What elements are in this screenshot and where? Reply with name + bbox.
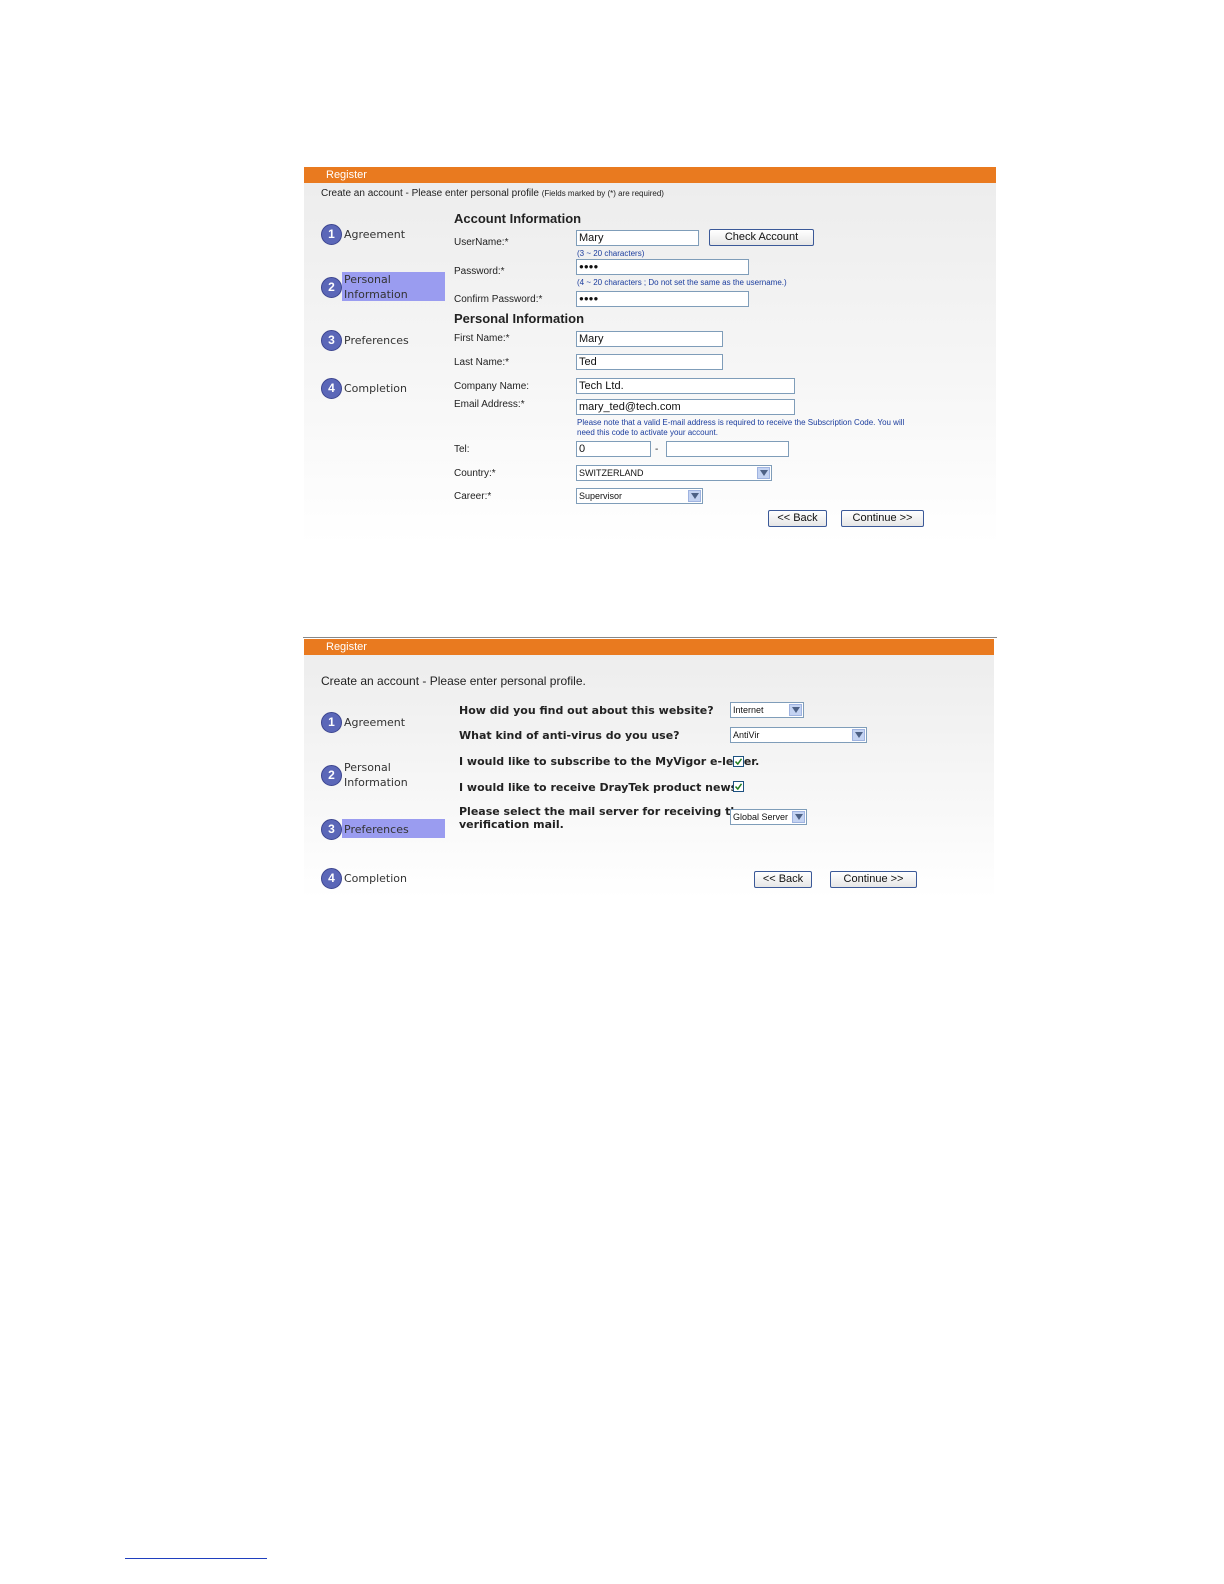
question-product-news: I would like to receive DrayTek product …	[459, 781, 742, 794]
tel-area-code-input[interactable]: 0	[576, 441, 651, 457]
continue-button[interactable]: Continue >>	[841, 510, 924, 527]
career-select-value: Supervisor	[579, 491, 623, 501]
email-note-line1: Please note that a valid E-mail address …	[577, 418, 905, 427]
step-preferences[interactable]: 3 Preferences	[321, 818, 409, 840]
step-label-line2: Information	[344, 288, 408, 301]
antivirus-select-value: AntiVir	[733, 730, 760, 740]
step-number: 2	[321, 276, 342, 298]
question-eletter: I would like to subscribe to the MyVigor…	[459, 755, 760, 768]
antivirus-select[interactable]: AntiVir	[730, 727, 867, 743]
find-website-select-value: Internet	[733, 705, 764, 715]
step-personal-information[interactable]: 2 Personal Information	[321, 759, 408, 791]
step-label: Completion	[344, 871, 408, 885]
confirm-password-label: Confirm Password:*	[454, 294, 543, 305]
step-completion[interactable]: 4 Completion	[321, 867, 407, 889]
register-panel-preferences: Register Create an account - Please ente…	[304, 639, 994, 899]
register-panel-personal-info: Register Create an account - Please ente…	[304, 167, 996, 545]
check-account-button[interactable]: Check Account	[709, 229, 814, 246]
step-label-line1: Personal	[344, 761, 391, 774]
step-label: Agreement	[344, 715, 406, 729]
chevron-down-icon[interactable]	[789, 704, 802, 716]
step-personal-information[interactable]: 2 Personal Information	[321, 271, 408, 303]
question-antivirus: What kind of anti-virus do you use?	[459, 729, 680, 742]
intro-text: Create an account - Please enter persona…	[321, 188, 664, 199]
chevron-down-icon[interactable]	[792, 811, 805, 823]
step-label: Agreement	[344, 227, 406, 241]
question-mail-server-line1: Please select the mail server for receiv…	[459, 805, 746, 818]
personal-information-heading: Personal Information	[454, 311, 585, 326]
tel-separator: -	[655, 444, 659, 455]
chevron-down-icon[interactable]	[688, 490, 701, 502]
step-preferences[interactable]: 3 Preferences	[321, 329, 409, 351]
password-input[interactable]: ●●●●	[576, 259, 749, 275]
checkmark-icon	[735, 758, 742, 765]
step-number: 1	[321, 223, 342, 245]
country-label: Country:*	[454, 468, 496, 479]
first-name-input[interactable]: Mary	[576, 331, 723, 347]
footnote-divider	[125, 1558, 267, 1559]
tel-label: Tel:	[454, 444, 470, 455]
username-input[interactable]: Mary	[576, 230, 699, 246]
last-name-input[interactable]: Ted	[576, 354, 723, 370]
step-label-line2: Information	[344, 776, 408, 789]
company-name-label: Company Name:	[454, 381, 530, 392]
career-select[interactable]: Supervisor	[576, 488, 703, 504]
company-name-input[interactable]: Tech Ltd.	[576, 378, 795, 394]
product-news-checkbox[interactable]	[733, 781, 744, 792]
email-address-input[interactable]: mary_ted@tech.com	[576, 399, 795, 415]
account-information-heading: Account Information	[454, 211, 582, 226]
step-number: 3	[321, 818, 342, 840]
step-agreement[interactable]: 1 Agreement	[321, 223, 405, 245]
career-label: Career:*	[454, 491, 492, 502]
first-name-label: First Name:*	[454, 333, 510, 344]
intro-note: (Fields marked by (*) are required)	[541, 189, 664, 198]
panel-header: Register	[304, 167, 996, 183]
intro-title: Create an account - Please enter persona…	[321, 188, 539, 199]
find-website-select[interactable]: Internet	[730, 702, 804, 718]
country-select[interactable]: SWITZERLAND	[576, 465, 772, 481]
username-hint: (3 ~ 20 characters)	[577, 249, 645, 258]
step-number: 4	[321, 377, 342, 399]
email-address-label: Email Address:*	[454, 399, 525, 410]
password-label: Password:*	[454, 266, 505, 277]
step-number: 2	[321, 764, 342, 786]
back-button[interactable]: << Back	[768, 510, 827, 527]
question-mail-server-line2: verification mail.	[459, 818, 564, 831]
step-completion[interactable]: 4 Completion	[321, 377, 407, 399]
tel-number-input[interactable]	[666, 441, 789, 457]
step-label: Personal Information	[344, 272, 408, 302]
back-button[interactable]: << Back	[754, 871, 812, 888]
username-label: UserName:*	[454, 237, 509, 248]
panel-header: Register	[304, 639, 994, 655]
password-hint: (4 ~ 20 characters ; Do not set the same…	[577, 278, 787, 287]
step-agreement[interactable]: 1 Agreement	[321, 711, 405, 733]
confirm-password-input[interactable]: ●●●●	[576, 291, 749, 307]
mail-server-select[interactable]: Global Server	[730, 809, 807, 825]
chevron-down-icon[interactable]	[757, 467, 770, 479]
step-label-line1: Personal	[344, 273, 391, 286]
question-find-website: How did you find out about this website?	[459, 704, 714, 717]
last-name-label: Last Name:*	[454, 357, 510, 368]
step-label: Preferences	[344, 333, 409, 347]
question-mail-server: Please select the mail server for receiv…	[459, 805, 746, 831]
step-number: 3	[321, 329, 342, 351]
eletter-checkbox[interactable]	[733, 756, 744, 767]
continue-button[interactable]: Continue >>	[830, 871, 917, 888]
chevron-down-icon[interactable]	[852, 729, 865, 741]
step-number: 1	[321, 711, 342, 733]
step-label: Preferences	[344, 822, 409, 836]
step-label: Completion	[344, 381, 408, 395]
intro-title: Create an account - Please enter persona…	[321, 674, 586, 688]
email-note-line2: need this code to activate your account.	[577, 428, 718, 437]
checkmark-icon	[735, 783, 742, 790]
step-label: Personal Information	[344, 760, 408, 790]
mail-server-select-value: Global Server	[733, 812, 789, 822]
panel-top-border	[303, 637, 997, 638]
step-number: 4	[321, 867, 342, 889]
country-select-value: SWITZERLAND	[579, 468, 644, 478]
